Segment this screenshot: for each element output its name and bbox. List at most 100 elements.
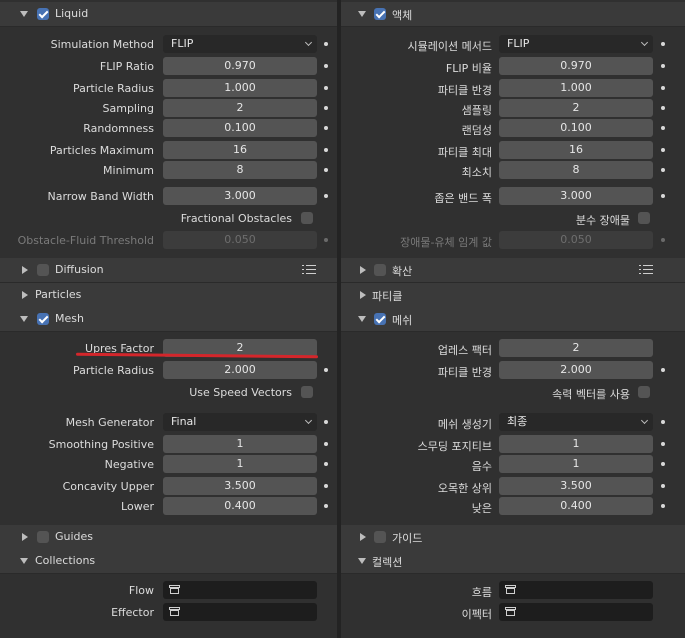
keyframe-dot-icon[interactable]	[324, 238, 328, 242]
collection-icon	[505, 607, 516, 616]
liquid-checkbox[interactable]	[37, 8, 49, 20]
particle-radius-field[interactable]: 1.000	[499, 79, 653, 97]
concavity-upper-field[interactable]: 3.500	[163, 477, 317, 495]
guides-checkbox[interactable]	[37, 531, 49, 543]
obstacle-fluid-threshold-field[interactable]: 0.050	[163, 231, 317, 249]
keyframe-dot-icon[interactable]	[324, 42, 328, 46]
liquid-panel-header[interactable]: Liquid	[0, 2, 337, 27]
narrow-band-width-field[interactable]: 3.000	[499, 187, 653, 205]
flow-collection-field[interactable]	[499, 581, 653, 599]
concavity-lower-field[interactable]: 0.400	[163, 497, 317, 515]
sampling-field[interactable]: 2	[163, 99, 317, 117]
keyframe-dot-icon[interactable]	[661, 484, 665, 488]
keyframe-dot-icon[interactable]	[324, 368, 328, 372]
keyframe-dot-icon[interactable]	[661, 420, 665, 424]
concavity-upper-label: 오목한 상위	[437, 482, 492, 495]
effector-collection-field[interactable]	[163, 603, 317, 621]
mesh-particle-radius-label: 파티클 반경	[437, 366, 492, 379]
randomness-field[interactable]: 0.100	[499, 119, 653, 137]
keyframe-dot-icon[interactable]	[661, 194, 665, 198]
diffusion-checkbox[interactable]	[374, 264, 386, 276]
obstacle-fluid-threshold-field[interactable]: 0.050	[499, 231, 653, 249]
use-speed-vectors-checkbox[interactable]	[301, 386, 313, 398]
keyframe-dot-icon[interactable]	[661, 126, 665, 130]
keyframe-dot-icon[interactable]	[324, 194, 328, 198]
sampling-field[interactable]: 2	[499, 99, 653, 117]
keyframe-dot-icon[interactable]	[661, 442, 665, 446]
keyframe-dot-icon[interactable]	[661, 504, 665, 508]
diffusion-panel-header[interactable]: 확산	[341, 258, 685, 283]
liquid-checkbox[interactable]	[374, 8, 386, 20]
minimum-field[interactable]: 8	[163, 161, 317, 179]
mesh-checkbox[interactable]	[374, 313, 386, 325]
concavity-lower-field[interactable]: 0.400	[499, 497, 653, 515]
concavity-upper-field[interactable]: 3.500	[499, 477, 653, 495]
minimum-field[interactable]: 8	[499, 161, 653, 179]
smoothing-positive-field[interactable]: 1	[499, 435, 653, 453]
guides-panel-header[interactable]: 가이드	[341, 525, 685, 550]
fractional-obstacles-checkbox[interactable]	[301, 212, 313, 224]
smoothing-negative-field[interactable]: 1	[163, 455, 317, 473]
keyframe-dot-icon[interactable]	[661, 64, 665, 68]
effector-collection-field[interactable]	[499, 603, 653, 621]
keyframe-dot-icon[interactable]	[324, 64, 328, 68]
keyframe-dot-icon[interactable]	[661, 42, 665, 46]
randomness-field[interactable]: 0.100	[163, 119, 317, 137]
flip-ratio-field[interactable]: 0.970	[499, 57, 653, 75]
keyframe-dot-icon[interactable]	[324, 126, 328, 130]
keyframe-dot-icon[interactable]	[661, 462, 665, 466]
particles-panel-header[interactable]: Particles	[0, 283, 337, 308]
keyframe-dot-icon[interactable]	[324, 504, 328, 508]
keyframe-dot-icon[interactable]	[324, 420, 328, 424]
keyframe-dot-icon[interactable]	[324, 86, 328, 90]
simulation-method-dropdown[interactable]: FLIP	[163, 35, 317, 53]
particles-maximum-label: 파티클 최대	[437, 146, 492, 159]
simulation-method-dropdown[interactable]: FLIP	[499, 35, 653, 53]
flow-collection-field[interactable]	[163, 581, 317, 599]
keyframe-dot-icon[interactable]	[661, 148, 665, 152]
mesh-particle-radius-field[interactable]: 2.000	[499, 361, 653, 379]
keyframe-dot-icon[interactable]	[324, 462, 328, 466]
keyframe-dot-icon[interactable]	[661, 368, 665, 372]
presets-list-icon[interactable]	[302, 264, 316, 276]
diffusion-title: Diffusion	[55, 263, 104, 276]
keyframe-dot-icon[interactable]	[661, 106, 665, 110]
use-speed-vectors-checkbox[interactable]	[638, 386, 650, 398]
keyframe-dot-icon[interactable]	[324, 484, 328, 488]
flip-ratio-field[interactable]: 0.970	[163, 57, 317, 75]
smoothing-positive-field[interactable]: 1	[163, 435, 317, 453]
narrow-band-width-field[interactable]: 3.000	[163, 187, 317, 205]
mesh-panel-header[interactable]: Mesh	[0, 307, 337, 332]
keyframe-dot-icon[interactable]	[661, 168, 665, 172]
guides-panel-header[interactable]: Guides	[0, 525, 337, 550]
mesh-panel-header[interactable]: 메쉬	[341, 307, 685, 332]
keyframe-dot-icon[interactable]	[324, 148, 328, 152]
diffusion-panel-header[interactable]: Diffusion	[0, 258, 337, 283]
collections-panel-header[interactable]: Collections	[0, 549, 337, 574]
mesh-generator-dropdown[interactable]: Final	[163, 413, 317, 431]
expand-icon	[20, 11, 28, 17]
keyframe-dot-icon[interactable]	[661, 238, 665, 242]
keyframe-dot-icon[interactable]	[324, 442, 328, 446]
keyframe-dot-icon[interactable]	[324, 106, 328, 110]
mesh-generator-dropdown[interactable]: 최종	[499, 413, 653, 431]
particles-maximum-field[interactable]: 16	[499, 141, 653, 159]
upres-factor-field[interactable]: 2	[499, 339, 653, 357]
keyframe-dot-icon[interactable]	[661, 86, 665, 90]
collections-panel-header[interactable]: 컬렉션	[341, 549, 685, 574]
smoothing-positive-label: Smoothing Positive	[48, 438, 154, 451]
smoothing-negative-field[interactable]: 1	[499, 455, 653, 473]
diffusion-checkbox[interactable]	[37, 264, 49, 276]
guides-checkbox[interactable]	[374, 531, 386, 543]
mesh-particle-radius-field[interactable]: 2.000	[163, 361, 317, 379]
particle-radius-label: 파티클 반경	[437, 84, 492, 97]
mesh-checkbox[interactable]	[37, 313, 49, 325]
liquid-panel-header[interactable]: 액체	[341, 2, 685, 27]
particle-radius-field[interactable]: 1.000	[163, 79, 317, 97]
particles-panel-header[interactable]: 파티클	[341, 283, 685, 308]
keyframe-dot-icon[interactable]	[324, 168, 328, 172]
presets-list-icon[interactable]	[639, 264, 653, 276]
particles-maximum-field[interactable]: 16	[163, 141, 317, 159]
fractional-obstacles-checkbox[interactable]	[638, 212, 650, 224]
effector-collection-label: Effector	[111, 606, 154, 619]
